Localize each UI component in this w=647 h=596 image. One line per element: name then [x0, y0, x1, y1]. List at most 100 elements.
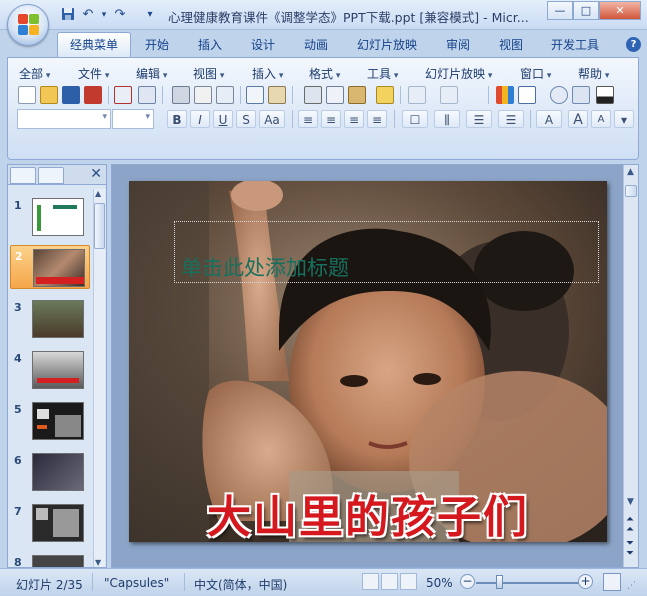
format-painter-icon[interactable]: [376, 86, 394, 104]
preview-icon[interactable]: [194, 86, 212, 104]
align-left-button[interactable]: ≡: [298, 110, 318, 128]
change-case-button[interactable]: Aa: [259, 110, 285, 128]
maximize-button[interactable]: □: [573, 1, 599, 20]
insert-chart-icon[interactable]: [496, 86, 514, 104]
minimize-button[interactable]: —: [547, 1, 573, 20]
normal-view-icon[interactable]: [362, 573, 379, 590]
menu-edit[interactable]: 编辑: [136, 65, 167, 82]
italic-button[interactable]: I: [190, 110, 210, 128]
fit-to-window-icon[interactable]: [603, 573, 621, 591]
email-icon[interactable]: [114, 86, 132, 104]
scroll-thumb[interactable]: [94, 203, 105, 249]
menu-format[interactable]: 格式: [309, 65, 340, 82]
menu-window[interactable]: 窗口: [520, 65, 551, 82]
toolbar-undo-icon[interactable]: [408, 86, 426, 104]
resize-grip-icon[interactable]: ⋰: [627, 581, 636, 591]
align-right-button[interactable]: ≡: [344, 110, 364, 128]
current-slide[interactable]: 单击此处添加标题 大山里的孩子们: [129, 181, 607, 542]
bold-button[interactable]: B: [167, 110, 187, 128]
expand-icon[interactable]: [572, 86, 590, 104]
zoom-level[interactable]: 50%: [426, 576, 453, 590]
zoom-out-button[interactable]: −: [460, 574, 475, 589]
spelling-icon[interactable]: [246, 86, 264, 104]
color-grayscale-icon[interactable]: [550, 86, 568, 104]
justify-button[interactable]: ≡: [367, 110, 387, 128]
slide-thumbnail[interactable]: 4: [10, 348, 90, 392]
slide-editor-scrollbar[interactable]: ▲ ▼ ⏶ ⏶ ⏷ ⏷: [623, 165, 638, 567]
text-box-button[interactable]: ☐: [402, 110, 428, 128]
menu-insert[interactable]: 插入: [252, 65, 283, 82]
menu-slideshow[interactable]: 幻灯片放映: [425, 65, 492, 82]
tab-classic-menu[interactable]: 经典菜单: [57, 32, 132, 57]
tab-insert[interactable]: 插入: [198, 36, 222, 53]
decrease-font-button[interactable]: A: [591, 110, 611, 128]
close-button[interactable]: ✕: [599, 1, 641, 20]
tab-slideshow[interactable]: 幻灯片放映: [357, 36, 417, 53]
slide-thumbnail-selected[interactable]: 2: [10, 245, 90, 289]
bullets-button[interactable]: ☰: [466, 110, 492, 128]
language-indicator[interactable]: 中文(简体，中国): [194, 576, 287, 593]
new-document-icon[interactable]: [18, 86, 36, 104]
increase-font-button[interactable]: A: [568, 110, 588, 128]
title-placeholder[interactable]: 单击此处添加标题: [174, 221, 599, 283]
numbering-button[interactable]: ☰: [498, 110, 524, 128]
menu-tools[interactable]: 工具: [367, 65, 398, 82]
scroll-up-icon[interactable]: ▲: [627, 167, 634, 177]
redo-icon[interactable]: ↷: [112, 7, 128, 23]
save-icon[interactable]: [60, 7, 76, 23]
tab-design[interactable]: 设计: [251, 36, 275, 53]
customize-qat-button[interactable]: ▾: [142, 7, 158, 23]
slide-thumbnail[interactable]: 3: [10, 297, 90, 341]
slideshow-view-icon[interactable]: [400, 573, 417, 590]
tab-review[interactable]: 审阅: [446, 36, 470, 53]
tab-slides-view[interactable]: [10, 167, 36, 184]
scroll-down-icon[interactable]: ▼: [627, 497, 634, 507]
print-icon[interactable]: [172, 86, 190, 104]
underline-button[interactable]: U: [213, 110, 233, 128]
insert-table-icon[interactable]: [518, 86, 536, 104]
copy-icon[interactable]: [326, 86, 344, 104]
page-setup-icon[interactable]: [216, 86, 234, 104]
slide-thumbnail[interactable]: 7: [10, 501, 90, 545]
show-formatting-icon[interactable]: [596, 86, 614, 104]
office-button[interactable]: [7, 4, 49, 46]
columns-button[interactable]: ⫼: [434, 110, 460, 128]
menu-file[interactable]: 文件: [78, 65, 109, 82]
help-icon[interactable]: ?: [626, 37, 641, 52]
tab-animation[interactable]: 动画: [304, 36, 328, 53]
save-toolbar-icon[interactable]: [62, 86, 80, 104]
zoom-in-button[interactable]: +: [578, 574, 593, 589]
tab-outline-view[interactable]: [38, 167, 64, 184]
paste-icon[interactable]: [348, 86, 366, 104]
menu-help[interactable]: 帮助: [578, 65, 609, 82]
toolbar-redo-icon[interactable]: [440, 86, 458, 104]
align-center-button[interactable]: ≡: [321, 110, 341, 128]
slide-sorter-icon[interactable]: [381, 573, 398, 590]
zoom-slider-knob[interactable]: [496, 575, 503, 589]
next-slide-icon[interactable]: ⏷ ⏷: [626, 539, 634, 559]
font-name-combo[interactable]: [17, 109, 111, 129]
undo-icon[interactable]: ↶: [80, 7, 96, 23]
shadow-button[interactable]: S: [236, 110, 256, 128]
menu-view[interactable]: 视图: [193, 65, 224, 82]
scroll-up-icon[interactable]: ▲: [95, 189, 101, 198]
previous-slide-icon[interactable]: ⏶ ⏶: [626, 515, 634, 535]
scroll-thumb[interactable]: [625, 185, 637, 197]
print-preview-icon[interactable]: [138, 86, 156, 104]
zoom-slider-track[interactable]: [476, 582, 580, 584]
cut-icon[interactable]: [304, 86, 322, 104]
tab-home[interactable]: 开始: [145, 36, 169, 53]
font-size-combo[interactable]: [112, 109, 154, 129]
undo-dropdown-icon[interactable]: ▾: [96, 7, 112, 23]
slide-thumbnail[interactable]: 5: [10, 399, 90, 443]
slide-thumbnail[interactable]: 6: [10, 450, 90, 494]
font-color-button[interactable]: A: [536, 110, 562, 128]
close-pane-icon[interactable]: ✕: [90, 166, 102, 182]
scroll-down-icon[interactable]: ▼: [95, 558, 101, 567]
more-options-button[interactable]: ▾: [614, 110, 634, 128]
slide-thumbnail[interactable]: 1: [10, 195, 90, 239]
permission-icon[interactable]: [84, 86, 102, 104]
slides-pane-scrollbar[interactable]: ▲ ▼: [93, 189, 105, 567]
tab-view[interactable]: 视图: [499, 36, 523, 53]
menu-all[interactable]: 全部: [19, 65, 50, 82]
